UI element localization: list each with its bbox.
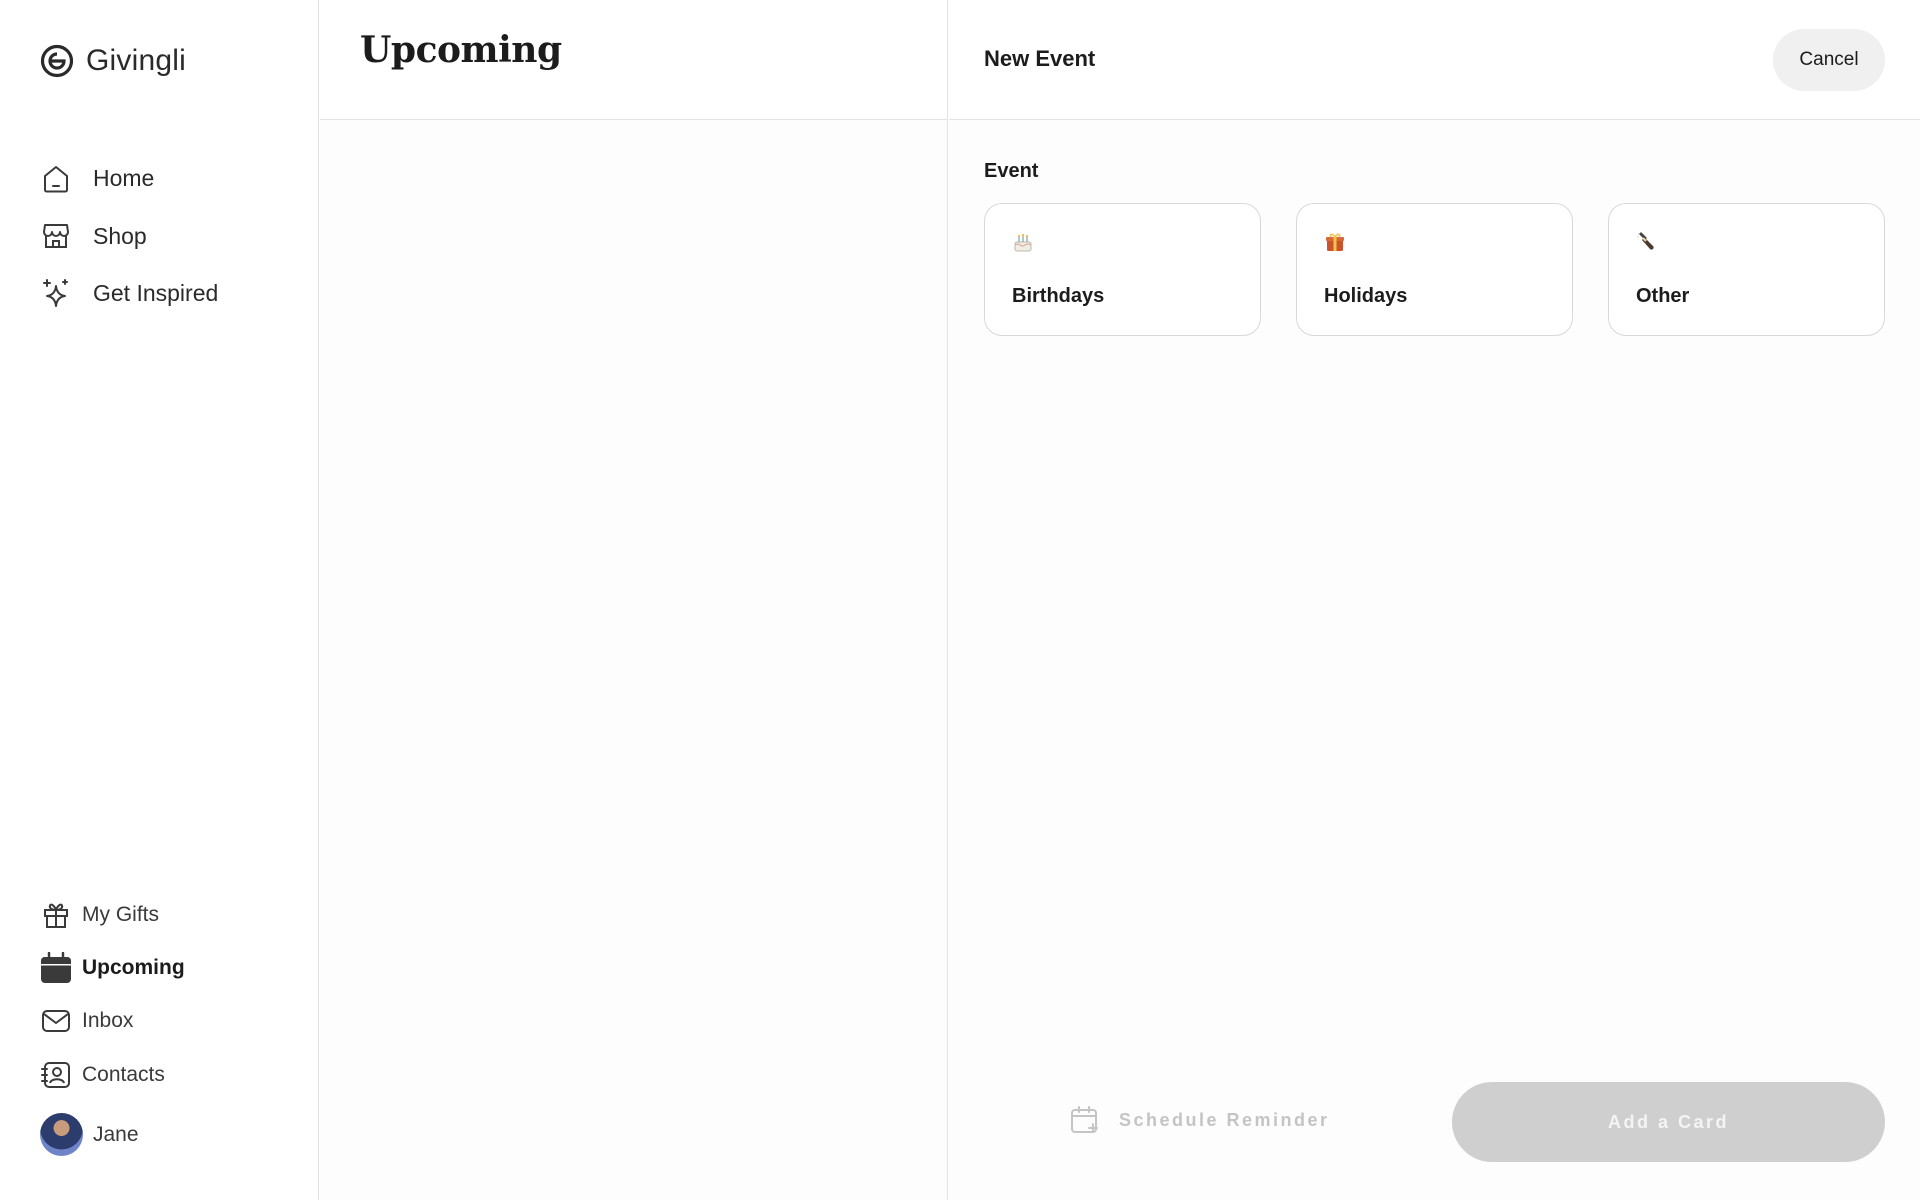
calendar-add-icon bbox=[1071, 1106, 1098, 1133]
nav-label: Upcoming bbox=[82, 955, 185, 979]
nav-item-inbox[interactable]: Inbox bbox=[40, 995, 185, 1048]
sidebar: Givingli Home Shop Get Inspired My Gifts… bbox=[0, 0, 319, 1200]
event-section-label: Event bbox=[984, 160, 1039, 182]
event-option-birthdays[interactable]: Birthdays bbox=[984, 203, 1261, 336]
panel-footer: Schedule Reminder Add a Card bbox=[949, 1082, 1920, 1162]
secondary-nav: My Gifts Upcoming Inbox Contacts bbox=[40, 888, 185, 1101]
middle-header: Upcoming bbox=[320, 0, 947, 120]
user-name: Jane bbox=[93, 1122, 139, 1146]
nav-label: Shop bbox=[93, 222, 147, 249]
event-option-other[interactable]: Other bbox=[1608, 203, 1885, 336]
home-icon bbox=[40, 163, 72, 195]
user-profile[interactable]: Jane bbox=[40, 1113, 139, 1156]
nav-item-my-gifts[interactable]: My Gifts bbox=[40, 888, 185, 941]
add-card-button[interactable]: Add a Card bbox=[1452, 1082, 1885, 1162]
givingli-logo-icon bbox=[40, 44, 74, 78]
gift-icon bbox=[40, 899, 72, 931]
nav-label: Get Inspired bbox=[93, 280, 219, 307]
panel-header: New Event Cancel bbox=[949, 0, 1920, 120]
brand-name: Givingli bbox=[86, 44, 186, 77]
panel-title: New Event bbox=[984, 45, 1096, 71]
event-type-options: Birthdays Holidays Other bbox=[984, 203, 1885, 336]
brand[interactable]: Givingli bbox=[40, 44, 186, 78]
avatar bbox=[40, 1113, 83, 1156]
nav-item-upcoming[interactable]: Upcoming bbox=[40, 941, 185, 994]
event-option-label: Birthdays bbox=[1012, 285, 1105, 307]
nav-item-shop[interactable]: Shop bbox=[40, 208, 218, 266]
nav-label: Home bbox=[93, 165, 155, 192]
app-root: Givingli Home Shop Get Inspired My Gifts… bbox=[0, 0, 1920, 1200]
nav-label: Inbox bbox=[82, 1009, 134, 1033]
page-title: Upcoming bbox=[360, 28, 562, 71]
upcoming-list-column: Upcoming bbox=[320, 0, 948, 1200]
event-option-label: Holidays bbox=[1324, 285, 1408, 307]
sparkles-icon bbox=[40, 278, 72, 310]
nav-label: Contacts bbox=[82, 1062, 165, 1086]
shop-icon bbox=[40, 220, 72, 252]
new-event-panel: New Event Cancel Event Birthdays Holiday… bbox=[949, 0, 1920, 1200]
event-option-holidays[interactable]: Holidays bbox=[1296, 203, 1573, 336]
schedule-reminder-label: Schedule Reminder bbox=[1119, 1109, 1330, 1130]
primary-nav: Home Shop Get Inspired bbox=[40, 150, 218, 323]
event-option-label: Other bbox=[1636, 285, 1690, 307]
schedule-reminder-button[interactable]: Schedule Reminder bbox=[1069, 1104, 1330, 1136]
calendar-icon bbox=[40, 951, 72, 984]
nav-label: My Gifts bbox=[82, 902, 159, 926]
nav-item-get-inspired[interactable]: Get Inspired bbox=[40, 265, 218, 323]
champagne-icon bbox=[1637, 232, 1654, 250]
birthday-cake-icon bbox=[1014, 234, 1032, 252]
nav-item-home[interactable]: Home bbox=[40, 150, 218, 208]
gift-box-icon bbox=[1326, 233, 1344, 251]
nav-item-contacts[interactable]: Contacts bbox=[40, 1048, 185, 1101]
contacts-icon bbox=[40, 1059, 72, 1091]
cancel-button[interactable]: Cancel bbox=[1773, 28, 1885, 91]
mail-icon bbox=[40, 1005, 72, 1037]
